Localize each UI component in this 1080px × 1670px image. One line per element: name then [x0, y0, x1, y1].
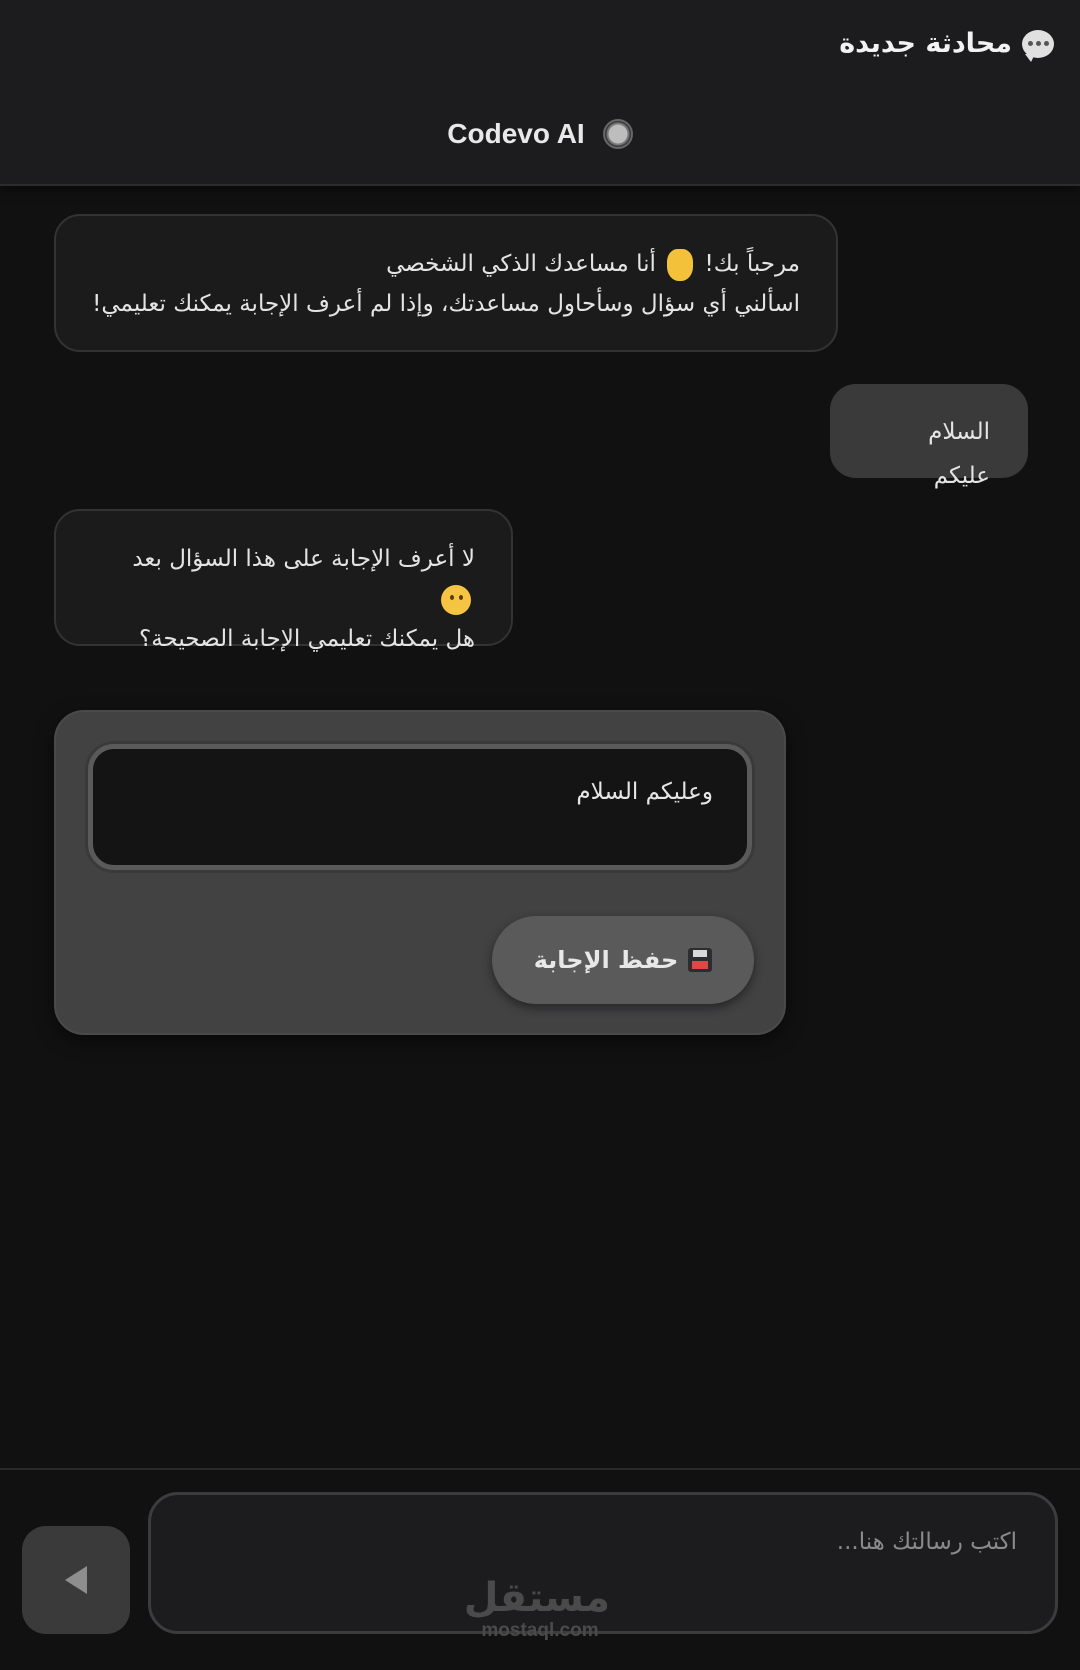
assistant-header: Codevo AI [0, 118, 1080, 150]
new-chat-button[interactable]: محادثة جديدة [839, 28, 1054, 62]
answer-textarea[interactable]: وعليكم السلام [88, 744, 752, 870]
watermark-arabic: مستقل [463, 1575, 610, 1621]
message-text: أنا مساعدك الذكي الشخصي [386, 251, 656, 277]
message-line: مرحباً بك! أنا مساعدك الذكي الشخصي [92, 244, 800, 284]
waving-hand-icon [667, 248, 694, 281]
message-placeholder: اكتب رسالتك هنا... [836, 1529, 1017, 1555]
message-line: لا أعرف الإجابة على هذا السؤال بعد [92, 539, 475, 619]
watermark-latin: mostaql.com [481, 1620, 599, 1641]
save-answer-label: حفظ الإجابة [533, 946, 679, 974]
new-chat-label: محادثة جديدة [839, 28, 1012, 59]
message-text: لا أعرف الإجابة على هذا السؤال بعد [132, 546, 475, 572]
watermark: مستقل mostaql.com [463, 1575, 610, 1642]
thinking-face-icon [441, 584, 471, 615]
speech-balloon-icon [1022, 29, 1054, 62]
status-dot-icon [602, 119, 633, 149]
save-answer-button[interactable]: حفظ الإجابة [492, 916, 754, 1004]
message-line: اسألني أي سؤال وسأحاول مساعدتك، وإذا لم … [92, 291, 800, 317]
teach-answer-panel: وعليكم السلام حفظ الإجابة [54, 710, 786, 1035]
top-bar: محادثة جديدة Codevo AI [0, 0, 1080, 186]
floppy-disk-icon [688, 948, 713, 972]
user-message: السلام عليكم [830, 384, 1028, 489]
answer-value: وعليكم السلام [576, 779, 713, 805]
assistant-name: Codevo AI [447, 118, 585, 149]
message-text: السلام عليكم [928, 419, 990, 489]
send-button[interactable] [22, 1526, 130, 1634]
bot-message-unknown: لا أعرف الإجابة على هذا السؤال بعد هل يم… [54, 509, 513, 652]
send-arrow-icon [65, 1566, 87, 1594]
message-line: هل يمكنك تعليمي الإجابة الصحيحة؟ [138, 626, 475, 652]
message-text: مرحباً بك! [704, 251, 801, 277]
bot-message-welcome: مرحباً بك! أنا مساعدك الذكي الشخصي اسألن… [54, 214, 838, 352]
